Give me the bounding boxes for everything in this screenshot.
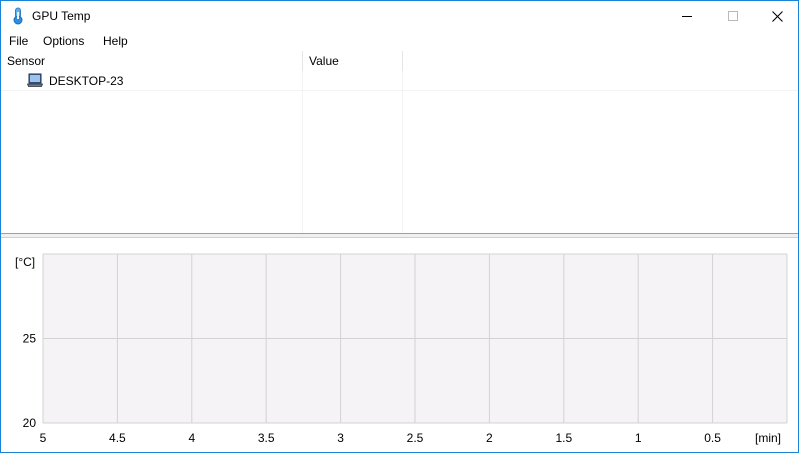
temperature-plot: 5 4.5 4 3.5 3 2.5 2 1.5 1 0.5 20 25 [°C] [min] — [1, 238, 798, 452]
sensor-tree[interactable]: Sensor Value DESKTOP-23 — [1, 51, 798, 233]
minimize-icon — [682, 16, 692, 17]
plot-canvas: 5 4.5 4 3.5 3 2.5 2 1.5 1 0.5 20 25 [°C] [min] — [15, 253, 788, 445]
y-tick-label: 20 — [23, 416, 37, 430]
menu-bar: File Options Help — [1, 31, 798, 51]
x-tick-label: 4 — [188, 431, 195, 445]
maximize-button[interactable] — [710, 1, 756, 31]
x-tick-label: 3 — [337, 431, 344, 445]
menu-options[interactable]: Options — [43, 34, 84, 48]
x-tick-label: 4.5 — [109, 431, 126, 445]
row-divider — [1, 90, 798, 91]
tree-row-label: DESKTOP-23 — [49, 74, 124, 88]
computer-icon — [27, 73, 43, 87]
x-axis-label: [min] — [755, 431, 781, 445]
column-header-empty — [403, 51, 798, 71]
title-bar[interactable]: GPU Temp — [1, 1, 798, 31]
x-tick-label: 0.5 — [704, 431, 721, 445]
x-tick-label: 1 — [635, 431, 642, 445]
y-tick-label: 25 — [23, 332, 37, 346]
column-header-value[interactable]: Value — [303, 51, 403, 71]
app-window: GPU Temp File Options Help Sensor Value … — [0, 0, 799, 453]
close-button[interactable] — [754, 1, 799, 31]
window-title: GPU Temp — [32, 9, 91, 23]
thermometer-icon — [13, 7, 23, 25]
tree-row-computer[interactable]: DESKTOP-23 — [1, 71, 301, 90]
menu-file[interactable]: File — [9, 34, 28, 48]
minimize-button[interactable] — [664, 1, 710, 31]
column-header-value-label: Value — [309, 54, 339, 68]
column-divider — [402, 71, 403, 233]
x-tick-label: 2.5 — [407, 431, 424, 445]
x-tick-label: 1.5 — [555, 431, 572, 445]
maximize-icon — [728, 11, 738, 21]
column-header-sensor-label: Sensor — [7, 54, 46, 68]
x-tick-label: 2 — [486, 431, 493, 445]
column-header-sensor[interactable]: Sensor — [1, 51, 303, 71]
x-tick-label: 5 — [40, 431, 47, 445]
menu-help[interactable]: Help — [103, 34, 128, 48]
column-divider — [302, 71, 303, 233]
y-axis-label: [°C] — [15, 255, 35, 269]
close-icon — [771, 10, 783, 22]
x-tick-label: 3.5 — [258, 431, 275, 445]
